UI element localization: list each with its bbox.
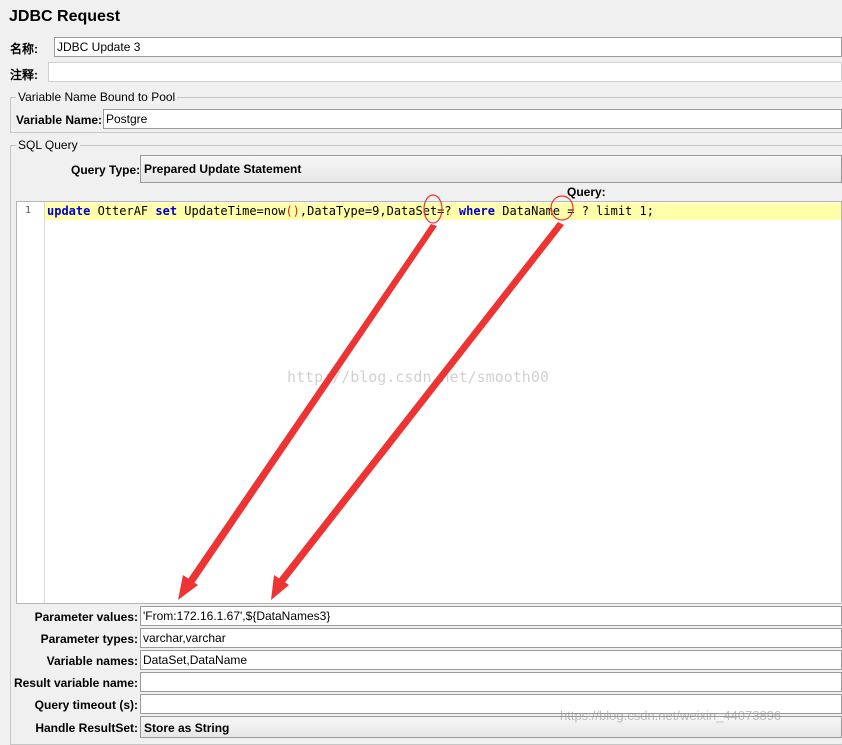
code-paren: () — [285, 204, 300, 218]
variable-names-label: Variable names: — [46, 654, 138, 668]
parameter-types-label: Parameter types: — [40, 632, 138, 646]
code-text: UpdateTime=now — [177, 204, 286, 218]
query-timeout-label: Query timeout (s): — [34, 698, 138, 712]
comment-field[interactable] — [48, 62, 842, 82]
sql-query-legend: SQL Query — [16, 138, 80, 152]
placeholder-2: ? — [581, 204, 589, 218]
code-text: DataName = — [495, 204, 582, 218]
watermark-bottom: https://blog.csdn.net/weixin_44073896 — [560, 708, 782, 723]
handle-resultset-label: Handle ResultSet: — [35, 721, 138, 735]
page-title: JDBC Request — [9, 8, 121, 25]
result-variable-label: Result variable name: — [13, 676, 138, 690]
comment-label: 注释: — [10, 68, 38, 82]
query-type-select[interactable]: Prepared Update Statement — [140, 155, 842, 183]
parameter-types-field[interactable]: varchar,varchar — [140, 628, 842, 648]
code-text: OtterAF — [90, 204, 156, 218]
query-type-label: Query Type: — [71, 163, 141, 177]
keyword-set: set — [155, 204, 178, 218]
variable-name-field[interactable]: Postgre — [103, 109, 842, 129]
placeholder-1: ? — [444, 204, 452, 218]
line-number: 1 — [25, 205, 32, 216]
keyword-where: where — [458, 204, 495, 218]
variable-name-label: Variable Name: — [16, 113, 103, 127]
code-line[interactable]: update OtterAF set UpdateTime=now(),Data… — [45, 203, 841, 220]
name-field[interactable]: JDBC Update 3 — [54, 37, 842, 57]
watermark: http://blog.csdn.net/smooth00 — [287, 368, 549, 386]
variable-pool-legend: Variable Name Bound to Pool — [16, 90, 178, 104]
query-editor[interactable]: 1 update OtterAF set UpdateTime=now(),Da… — [16, 201, 842, 604]
line-gutter: 1 — [17, 202, 45, 603]
name-label: 名称: — [10, 42, 38, 56]
parameter-values-field[interactable]: 'From:172.16.1.67',${DataNames3} — [140, 606, 842, 626]
keyword-update: update — [47, 204, 91, 218]
query-label: Query: — [567, 185, 606, 199]
code-text: ,DataType=9,DataSet= — [299, 204, 445, 218]
code-text: limit 1; — [588, 204, 654, 218]
parameter-values-label: Parameter values: — [34, 610, 138, 624]
result-variable-field[interactable] — [140, 672, 842, 692]
variable-names-field[interactable]: DataSet,DataName — [140, 650, 842, 670]
